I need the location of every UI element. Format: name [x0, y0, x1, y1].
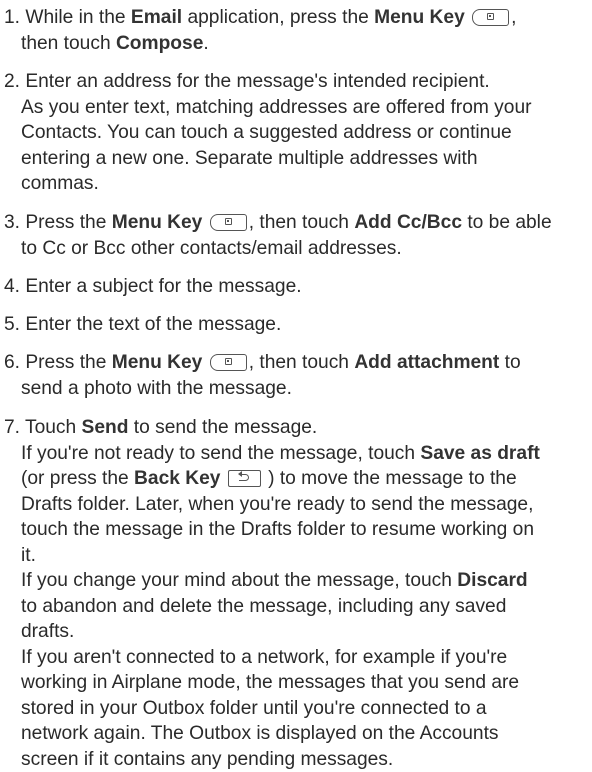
ui-term: Send — [82, 417, 129, 438]
menu-key-icon — [210, 354, 247, 371]
ui-term: Back Key — [134, 468, 220, 489]
text-line: As you enter text, matching addresses ar… — [4, 95, 588, 121]
text-line: Drafts folder. Later, when you're ready … — [4, 492, 588, 518]
text-line: touch the message in the Drafts folder t… — [4, 517, 588, 543]
ui-term: Compose — [116, 33, 203, 54]
text-run: 6. Press the — [4, 352, 112, 373]
text-run: to be able — [462, 212, 552, 233]
ui-term: Add Cc/Bcc — [354, 212, 462, 233]
text-line: commas. — [4, 171, 588, 197]
text-run: . — [203, 33, 208, 54]
ui-term: Discard — [457, 570, 527, 591]
text-line: then touch Compose. — [4, 31, 588, 57]
ui-term: Email — [131, 7, 182, 28]
text-line: Contacts. You can touch a suggested addr… — [4, 120, 588, 146]
text-run: drafts. — [21, 621, 74, 642]
step-1: 1. While in the Email application, press… — [4, 5, 588, 56]
text-line: drafts. — [4, 619, 588, 645]
text-run — [220, 468, 225, 489]
text-line: 5. Enter the text of the message. — [4, 312, 588, 338]
text-run: Drafts folder. Later, when you're ready … — [21, 494, 533, 515]
text-line: stored in your Outbox folder until you'r… — [4, 696, 588, 722]
text-run: 3. Press the — [4, 212, 112, 233]
text-line: network again. The Outbox is displayed o… — [4, 721, 588, 747]
ui-term: Menu Key — [112, 212, 203, 233]
text-run: to send the message. — [128, 417, 317, 438]
ui-term: Add attachment — [354, 352, 499, 373]
manual-page: 1. While in the Email application, press… — [0, 0, 592, 741]
text-line: 7. Touch Send to send the message. — [4, 415, 588, 441]
text-run: 2. Enter an address for the message's in… — [4, 71, 490, 92]
text-line: (or press the Back Key ) to move the mes… — [4, 466, 588, 492]
text-line: send a photo with the message. — [4, 376, 588, 402]
text-run: send a photo with the message. — [21, 378, 292, 399]
text-run: to abandon and delete the message, inclu… — [21, 596, 506, 617]
text-run: 7. Touch — [4, 417, 82, 438]
text-run: (or press the — [21, 468, 134, 489]
text-line: 4. Enter a subject for the message. — [4, 274, 588, 300]
text-line: 6. Press the Menu Key , then touch Add a… — [4, 350, 588, 376]
menu-key-icon — [472, 9, 509, 26]
menu-glyph-icon — [225, 218, 232, 225]
text-run: If you're not ready to send the message,… — [21, 443, 420, 464]
text-run — [202, 212, 207, 233]
step-7: 7. Touch Send to send the message.If you… — [4, 415, 588, 772]
text-run: If you change your mind about the messag… — [21, 570, 457, 591]
back-arrow-icon — [239, 474, 249, 481]
text-run: commas. — [21, 173, 99, 194]
text-run: to — [499, 352, 520, 373]
step-6: 6. Press the Menu Key , then touch Add a… — [4, 350, 588, 401]
text-run: then touch — [21, 33, 116, 54]
ui-term: Menu Key — [374, 7, 465, 28]
text-line: working in Airplane mode, the messages t… — [4, 670, 588, 696]
text-run: touch the message in the Drafts folder t… — [21, 519, 534, 540]
text-line: If you aren't connected to a network, fo… — [4, 645, 588, 671]
step-5: 5. Enter the text of the message. — [4, 312, 588, 338]
text-run: 5. Enter the text of the message. — [4, 314, 281, 335]
text-run: application, press the — [182, 7, 374, 28]
text-line: 2. Enter an address for the message's in… — [4, 69, 588, 95]
step-4: 4. Enter a subject for the message. — [4, 274, 588, 300]
text-run — [465, 7, 470, 28]
text-run: As you enter text, matching addresses ar… — [21, 97, 532, 118]
text-line: 3. Press the Menu Key , then touch Add C… — [4, 210, 588, 236]
text-run: working in Airplane mode, the messages t… — [21, 672, 519, 693]
step-2: 2. Enter an address for the message's in… — [4, 69, 588, 197]
text-line: it. — [4, 543, 588, 569]
text-line: If you change your mind about the messag… — [4, 568, 588, 594]
step-3: 3. Press the Menu Key , then touch Add C… — [4, 210, 588, 261]
text-line: If you're not ready to send the message,… — [4, 441, 588, 467]
ui-term: Save as draft — [420, 443, 539, 464]
text-run: to Cc or Bcc other contacts/email addres… — [21, 238, 402, 259]
text-run: screen if it contains any pending messag… — [21, 749, 393, 770]
text-run: ) to move the message to the — [263, 468, 517, 489]
text-run: , then touch — [249, 352, 355, 373]
text-run: 1. While in the — [4, 7, 131, 28]
text-run: , then touch — [249, 212, 355, 233]
text-run — [202, 352, 207, 373]
text-line: to abandon and delete the message, inclu… — [4, 594, 588, 620]
text-line: entering a new one. Separate multiple ad… — [4, 146, 588, 172]
text-run: it. — [21, 545, 36, 566]
menu-glyph-icon — [487, 13, 494, 20]
menu-glyph-icon — [225, 358, 232, 365]
text-run: , — [511, 7, 516, 28]
text-line: 1. While in the Email application, press… — [4, 5, 588, 31]
text-run: Contacts. You can touch a suggested addr… — [21, 122, 512, 143]
text-run: If you aren't connected to a network, fo… — [21, 647, 507, 668]
text-run: entering a new one. Separate multiple ad… — [21, 148, 478, 169]
text-run: 4. Enter a subject for the message. — [4, 276, 302, 297]
text-line: to Cc or Bcc other contacts/email addres… — [4, 236, 588, 262]
back-key-icon — [228, 470, 261, 487]
ui-term: Menu Key — [112, 352, 203, 373]
menu-key-icon — [210, 214, 247, 231]
text-run: stored in your Outbox folder until you'r… — [21, 698, 487, 719]
text-line: screen if it contains any pending messag… — [4, 747, 588, 772]
